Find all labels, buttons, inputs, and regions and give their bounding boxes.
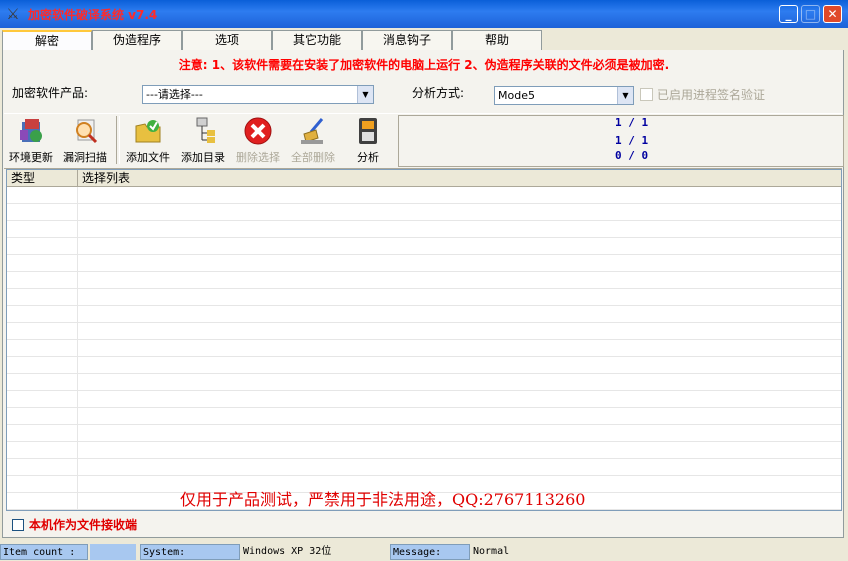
tab-help[interactable]: 帮助 bbox=[452, 30, 542, 50]
receiver-checkbox[interactable] bbox=[12, 519, 24, 531]
clear-icon bbox=[301, 118, 324, 144]
env-update-button[interactable]: 环境更新 bbox=[4, 116, 58, 166]
scan-label: 漏洞扫描 bbox=[63, 151, 107, 164]
scan-button[interactable]: 漏洞扫描 bbox=[58, 116, 112, 166]
chevron-down-icon[interactable]: ▼ bbox=[357, 86, 373, 103]
product-select[interactable]: ---请选择--- ▼ bbox=[142, 85, 374, 104]
analyze-label: 分析 bbox=[357, 151, 379, 164]
counter-2: 1 / 1 bbox=[615, 134, 649, 147]
add-dir-label: 添加目录 bbox=[181, 151, 225, 164]
tab-message-hook[interactable]: 消息钩子 bbox=[362, 30, 452, 50]
add-file-icon bbox=[135, 120, 161, 143]
env-update-label: 环境更新 bbox=[9, 151, 53, 164]
add-file-label: 添加文件 bbox=[126, 151, 170, 164]
warning-text: 仅用于产品测试，严禁用于非法用途，QQ:2767113260 bbox=[180, 490, 586, 509]
env-update-icon bbox=[20, 119, 42, 142]
toolbar-separator bbox=[116, 116, 120, 164]
file-list[interactable]: 类型 选择列表 bbox=[6, 169, 842, 511]
counter-1: 1 / 1 bbox=[615, 116, 649, 129]
tab-strip: 解密 伪造程序 选项 其它功能 消息钩子 帮助 bbox=[2, 30, 844, 51]
column-divider bbox=[77, 187, 78, 510]
message-label: Message: bbox=[390, 544, 470, 560]
column-header-selection[interactable]: 选择列表 bbox=[78, 170, 841, 186]
counter-3: 0 / 0 bbox=[615, 149, 649, 162]
column-header-type[interactable]: 类型 bbox=[7, 170, 78, 186]
scan-icon bbox=[76, 119, 98, 144]
list-grid bbox=[7, 187, 841, 510]
delete-selected-button[interactable]: 删除选择 bbox=[231, 116, 285, 166]
add-dir-icon bbox=[196, 117, 215, 143]
maximize-button: □ bbox=[801, 5, 820, 23]
signature-label: 已启用进程签名验证 bbox=[657, 88, 766, 102]
system-value: Windows XP 32位 bbox=[241, 544, 389, 560]
tab-fake-program[interactable]: 伪造程序 bbox=[92, 30, 182, 50]
item-count-label: Item count : bbox=[0, 544, 88, 560]
item-count-value bbox=[90, 544, 136, 560]
delete-selected-label: 删除选择 bbox=[236, 151, 280, 164]
tab-other-functions[interactable]: 其它功能 bbox=[272, 30, 362, 50]
app-icon: ⚔ bbox=[6, 5, 20, 23]
add-dir-button[interactable]: 添加目录 bbox=[176, 116, 230, 166]
add-file-button[interactable]: 添加文件 bbox=[121, 116, 175, 166]
analyze-icon bbox=[359, 118, 377, 144]
signature-checkbox[interactable] bbox=[640, 88, 653, 101]
analysis-select-value: Mode5 bbox=[498, 89, 535, 102]
chevron-down-icon[interactable]: ▼ bbox=[617, 87, 633, 104]
system-label: System: bbox=[140, 544, 240, 560]
tab-decrypt[interactable]: 解密 bbox=[2, 30, 92, 51]
clear-all-button[interactable]: 全部删除 bbox=[286, 116, 340, 166]
message-value: Normal bbox=[471, 544, 848, 560]
product-label: 加密软件产品: bbox=[12, 86, 89, 100]
analysis-select[interactable]: Mode5 ▼ bbox=[494, 86, 634, 105]
window-title: 加密软件破译系统 v7.4 bbox=[28, 8, 158, 22]
analyze-button[interactable]: 分析 bbox=[341, 116, 395, 166]
receiver-label: 本机作为文件接收端 bbox=[29, 518, 138, 532]
clear-all-label: 全部删除 bbox=[291, 151, 335, 164]
list-header: 类型 选择列表 bbox=[7, 170, 841, 187]
product-select-value: ---请选择--- bbox=[146, 88, 203, 101]
minimize-button[interactable]: _ bbox=[779, 5, 798, 23]
analysis-label: 分析方式: bbox=[412, 86, 465, 100]
tab-options[interactable]: 选项 bbox=[182, 30, 272, 50]
status-bar: Item count : System: Windows XP 32位 Mess… bbox=[0, 543, 848, 561]
close-button[interactable]: ✕ bbox=[823, 5, 842, 23]
title-bar[interactable]: ⚔ 加密软件破译系统 v7.4 _ □ ✕ bbox=[0, 0, 848, 28]
delete-icon bbox=[244, 117, 272, 145]
notice-text: 注意: 1、该软件需要在安装了加密软件的电脑上运行 2、伪造程序关联的文件必须是… bbox=[178, 58, 670, 72]
